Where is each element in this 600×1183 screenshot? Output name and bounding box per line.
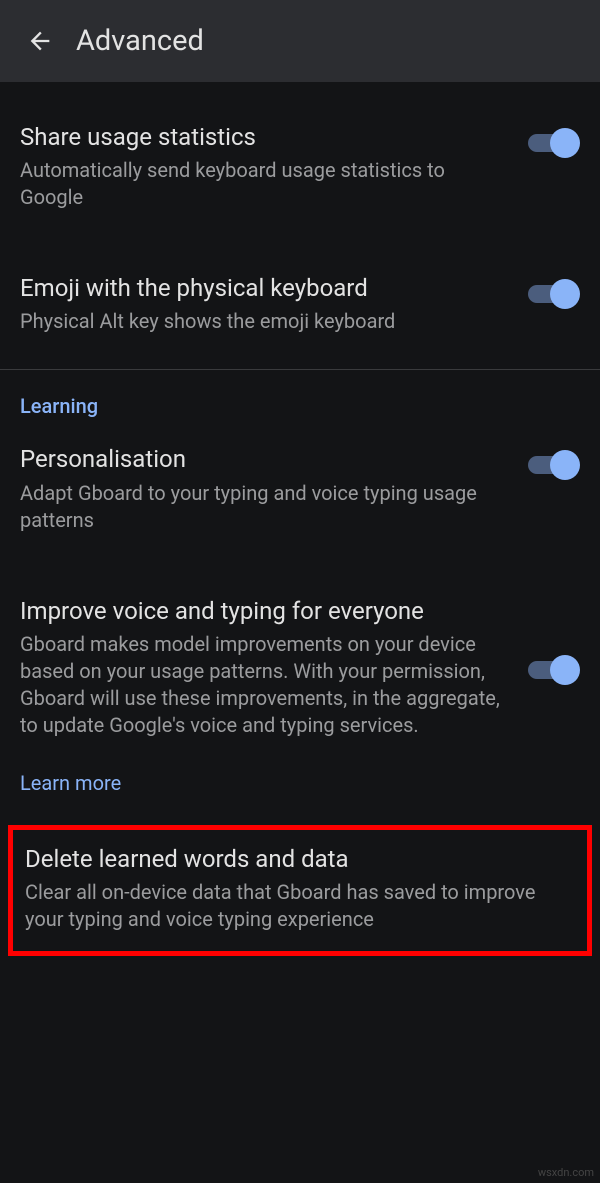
toggle-improve-voice-typing[interactable] xyxy=(528,655,580,685)
settings-list: Share usage statistics Automatically sen… xyxy=(0,82,600,956)
toggle-personalisation[interactable] xyxy=(528,450,580,480)
toggle-thumb xyxy=(550,128,580,158)
app-header: Advanced xyxy=(0,0,600,82)
setting-description: Physical Alt key shows the emoji keyboar… xyxy=(20,308,508,335)
setting-personalisation[interactable]: Personalisation Adapt Gboard to your typ… xyxy=(0,426,600,553)
setting-text: Share usage statistics Automatically sen… xyxy=(20,122,528,211)
learn-more-link[interactable]: Learn more xyxy=(0,759,600,817)
back-button[interactable] xyxy=(16,17,64,65)
page-title: Advanced xyxy=(76,24,204,58)
setting-share-usage-statistics[interactable]: Share usage statistics Automatically sen… xyxy=(0,104,600,231)
watermark: wsxdn.com xyxy=(538,1166,594,1179)
setting-title: Delete learned words and data xyxy=(25,844,575,875)
setting-description: Adapt Gboard to your typing and voice ty… xyxy=(20,480,508,534)
toggle-emoji-physical-keyboard[interactable] xyxy=(528,279,580,309)
setting-title: Improve voice and typing for everyone xyxy=(20,596,508,627)
setting-description: Automatically send keyboard usage statis… xyxy=(20,157,508,211)
setting-title: Share usage statistics xyxy=(20,122,508,153)
setting-text: Delete learned words and data Clear all … xyxy=(25,844,575,933)
setting-emoji-physical-keyboard[interactable]: Emoji with the physical keyboard Physica… xyxy=(0,255,600,355)
setting-title: Emoji with the physical keyboard xyxy=(20,273,508,304)
back-arrow-icon xyxy=(26,27,54,55)
setting-text: Emoji with the physical keyboard Physica… xyxy=(20,273,528,335)
setting-title: Personalisation xyxy=(20,444,508,475)
toggle-share-usage-statistics[interactable] xyxy=(528,128,580,158)
setting-description: Gboard makes model improvements on your … xyxy=(20,631,508,739)
setting-description: Clear all on-device data that Gboard has… xyxy=(25,879,575,933)
toggle-thumb xyxy=(550,279,580,309)
setting-text: Improve voice and typing for everyone Gb… xyxy=(20,596,528,739)
toggle-thumb xyxy=(550,655,580,685)
setting-improve-voice-typing[interactable]: Improve voice and typing for everyone Gb… xyxy=(0,578,600,759)
toggle-thumb xyxy=(550,450,580,480)
setting-text: Personalisation Adapt Gboard to your typ… xyxy=(20,444,528,533)
section-label-learning: Learning xyxy=(0,370,600,426)
setting-delete-learned-words[interactable]: Delete learned words and data Clear all … xyxy=(8,825,592,956)
